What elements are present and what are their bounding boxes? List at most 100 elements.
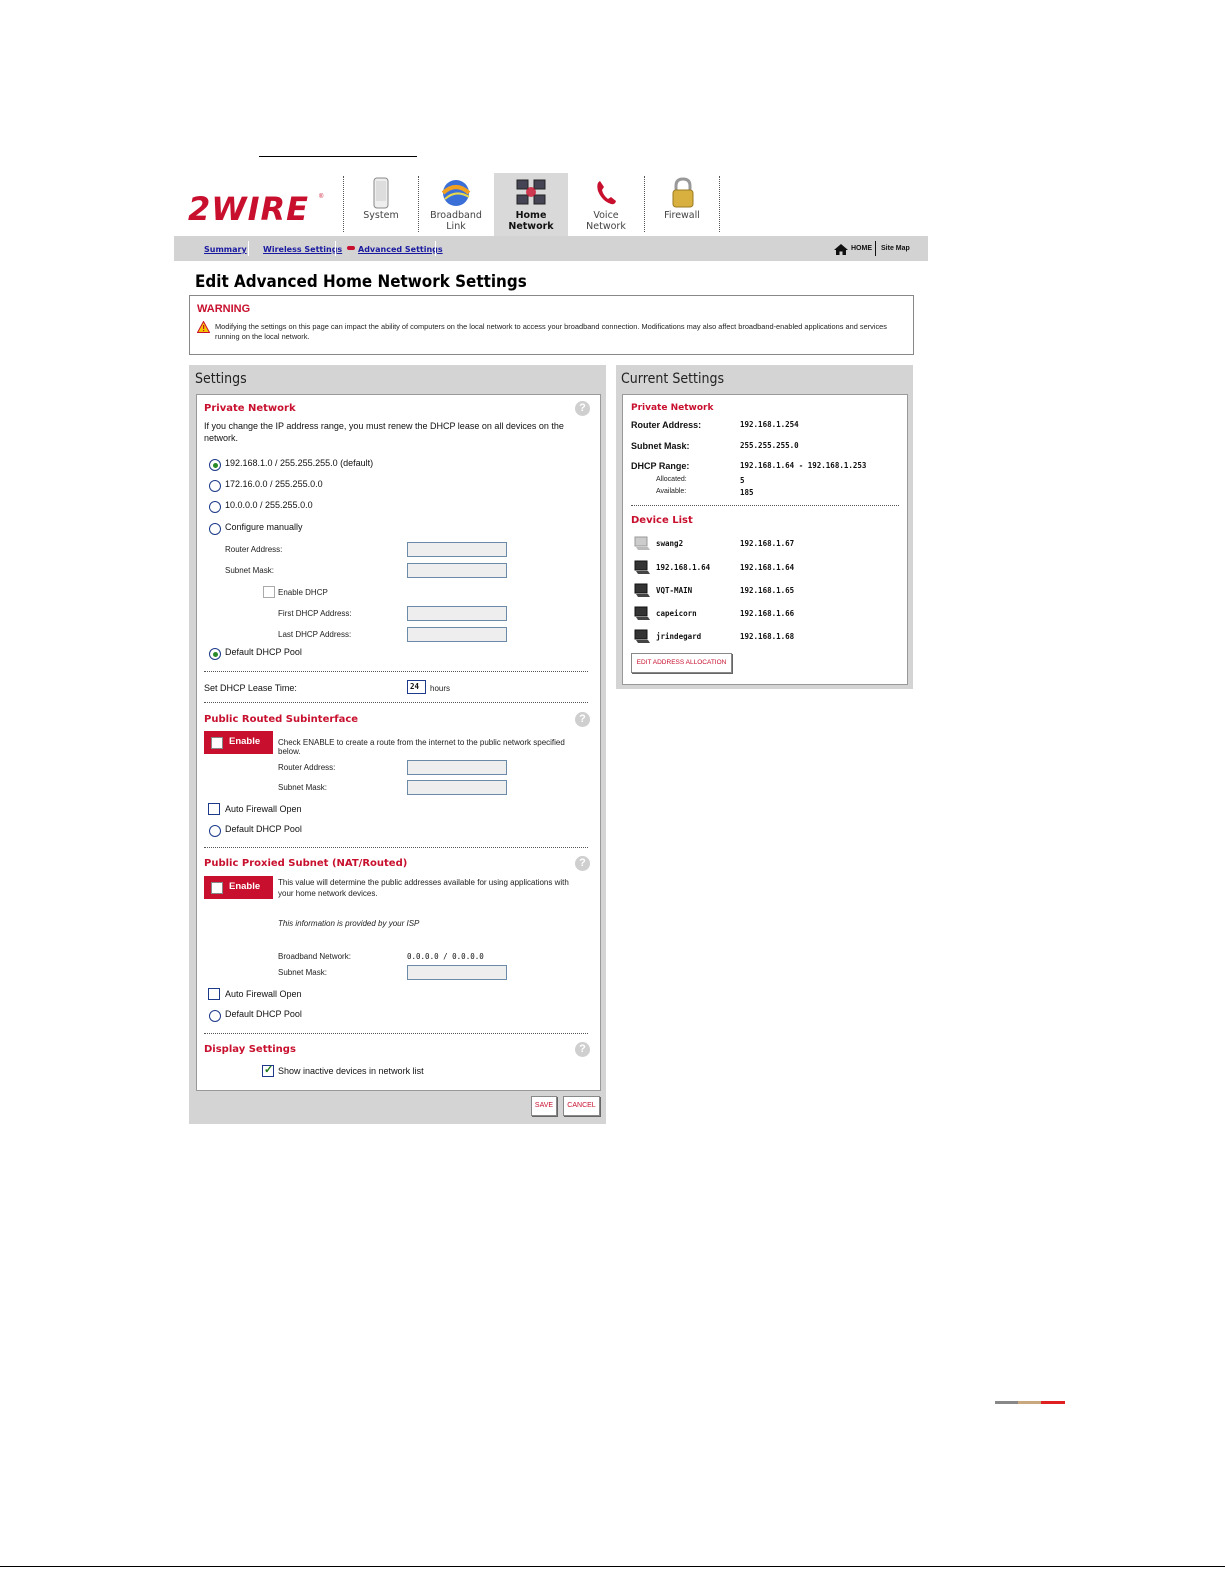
subnav-summary[interactable]: Summary <box>204 245 247 254</box>
checkmark-icon: ✓ <box>264 1064 274 1076</box>
subnav-separator <box>335 241 336 256</box>
public-proxied-enable[interactable]: Enable <box>204 876 273 899</box>
radio-192-168[interactable] <box>209 459 221 471</box>
public-routed-title: Public Routed Subinterface <box>204 714 359 725</box>
subnav-wireless-settings[interactable]: Wireless Settings <box>263 245 342 254</box>
computer-inactive-icon <box>634 536 650 550</box>
device-ip: 192.168.1.68 <box>740 632 795 641</box>
settings-panel-title: Settings <box>195 371 247 387</box>
current-settings-title: Current Settings <box>621 371 725 387</box>
help-icon[interactable]: ? <box>575 1042 590 1057</box>
last-dhcp-input[interactable] <box>407 627 507 642</box>
section-divider <box>204 671 588 672</box>
tab-voice-network[interactable]: Voice Network <box>569 173 643 236</box>
device-list-title: Device List <box>631 515 693 526</box>
current-subnet-mask-label: Subnet Mask: <box>631 441 690 451</box>
home-icon[interactable] <box>834 244 848 255</box>
section-divider <box>204 847 588 848</box>
device-ip: 192.168.1.66 <box>740 609 795 618</box>
enable-dhcp-checkbox[interactable] <box>263 586 275 598</box>
device-name: VQT-MAIN <box>656 586 693 595</box>
radio-label: 192.168.1.0 / 255.255.255.0 (default) <box>225 458 374 468</box>
radio-10-0[interactable] <box>209 501 221 513</box>
device-name: capeicorn <box>656 609 697 618</box>
device-ip: 192.168.1.65 <box>740 586 795 595</box>
first-dhcp-input[interactable] <box>407 606 507 621</box>
display-settings-title: Display Settings <box>204 1044 296 1055</box>
warning-icon <box>197 321 210 333</box>
subnet-mask-input[interactable] <box>407 563 507 578</box>
public-routed-description: Check ENABLE to create a route from the … <box>278 738 565 756</box>
enable-checkbox[interactable] <box>211 737 223 749</box>
subnav-separator <box>248 241 249 256</box>
auto-firewall-label: Auto Firewall Open <box>225 804 302 814</box>
cancel-button[interactable]: CANCEL <box>563 1096 600 1116</box>
allocated-value: 5 <box>740 476 745 485</box>
radio-configure-manually[interactable] <box>209 523 221 535</box>
show-inactive-checkbox[interactable]: ✓ <box>262 1064 274 1077</box>
device-row[interactable]: VQT-MAIN 192.168.1.65 <box>631 581 901 599</box>
tab-label: Network <box>508 221 554 232</box>
public-proxied-title: Public Proxied Subnet (NAT/Routed) <box>204 858 408 869</box>
proxied-default-dhcp-radio[interactable] <box>209 1010 221 1022</box>
current-private-network-title: Private Network <box>631 403 714 413</box>
enable-checkbox[interactable] <box>211 882 223 894</box>
accent-bar <box>995 1401 1018 1404</box>
home-link[interactable]: HOME <box>851 245 872 252</box>
tab-system[interactable]: System <box>344 173 418 236</box>
radio-label: 10.0.0.0 / 255.255.0.0 <box>225 500 313 510</box>
save-button[interactable]: SAVE <box>531 1096 557 1116</box>
site-map-link[interactable]: Site Map <box>881 245 910 252</box>
routed-router-address-label: Router Address: <box>278 763 336 772</box>
footer-rule <box>0 1566 1225 1567</box>
section-divider <box>204 1033 588 1034</box>
tab-home-network[interactable]: Home Network <box>494 173 568 236</box>
radio-172-16[interactable] <box>209 480 221 492</box>
help-icon[interactable]: ? <box>575 712 590 727</box>
default-dhcp-pool-radio[interactable] <box>209 648 221 660</box>
tab-broadband-link[interactable]: Broadband Link <box>419 173 493 236</box>
globe-icon <box>441 180 471 206</box>
accent-bar <box>1041 1401 1065 1404</box>
public-routed-enable[interactable]: Enable <box>204 731 273 754</box>
device-row[interactable]: swang2 192.168.1.67 <box>631 534 901 552</box>
tab-firewall[interactable]: Firewall <box>645 173 719 236</box>
default-dhcp-pool-label: Default DHCP Pool <box>225 824 302 834</box>
device-row[interactable]: 192.168.1.64 192.168.1.64 <box>631 558 901 576</box>
router-address-input[interactable] <box>407 542 507 557</box>
device-name: swang2 <box>656 539 684 548</box>
system-gateway-icon <box>373 177 389 209</box>
computer-icon <box>634 606 650 620</box>
device-name: 192.168.1.64 <box>656 563 711 572</box>
default-dhcp-pool-label: Default DHCP Pool <box>225 1009 302 1019</box>
help-icon[interactable]: ? <box>575 401 590 416</box>
help-icon[interactable]: ? <box>575 856 590 871</box>
brand-logo[interactable]: 2WIRE ® <box>188 192 328 226</box>
device-row[interactable]: jrindegard 192.168.1.68 <box>631 627 901 645</box>
tab-label: Voice <box>593 210 619 221</box>
routed-subnet-mask-input[interactable] <box>407 780 507 795</box>
page-title: Edit Advanced Home Network Settings <box>195 272 527 291</box>
routed-default-dhcp-radio[interactable] <box>209 825 221 837</box>
broadband-network-label: Broadband Network: <box>278 952 351 961</box>
proxied-auto-firewall-checkbox[interactable] <box>208 988 220 1000</box>
auto-firewall-label: Auto Firewall Open <box>225 989 302 999</box>
subnav-advanced-settings[interactable]: Advanced Settings <box>358 245 443 254</box>
routed-router-address-input[interactable] <box>407 760 507 775</box>
device-ip: 192.168.1.64 <box>740 563 795 572</box>
device-row[interactable]: capeicorn 192.168.1.66 <box>631 604 901 622</box>
proxied-subnet-mask-input[interactable] <box>407 965 507 980</box>
registered-mark: ® <box>319 194 324 200</box>
tab-label: System <box>363 210 399 221</box>
lease-time-input[interactable]: 24 <box>407 680 426 694</box>
edit-address-allocation-button[interactable]: EDIT ADDRESS ALLOCATION <box>631 653 732 673</box>
device-ip: 192.168.1.67 <box>740 539 795 548</box>
computer-icon <box>634 583 650 597</box>
last-dhcp-label: Last DHCP Address: <box>278 630 352 639</box>
show-inactive-label: Show inactive devices in network list <box>278 1066 424 1076</box>
routed-auto-firewall-checkbox[interactable] <box>208 803 220 815</box>
tab-separator <box>719 176 721 232</box>
tab-label: Broadband <box>430 210 482 221</box>
default-dhcp-pool-label: Default DHCP Pool <box>225 647 302 657</box>
current-dhcp-range: 192.168.1.64 - 192.168.1.253 <box>740 461 867 470</box>
